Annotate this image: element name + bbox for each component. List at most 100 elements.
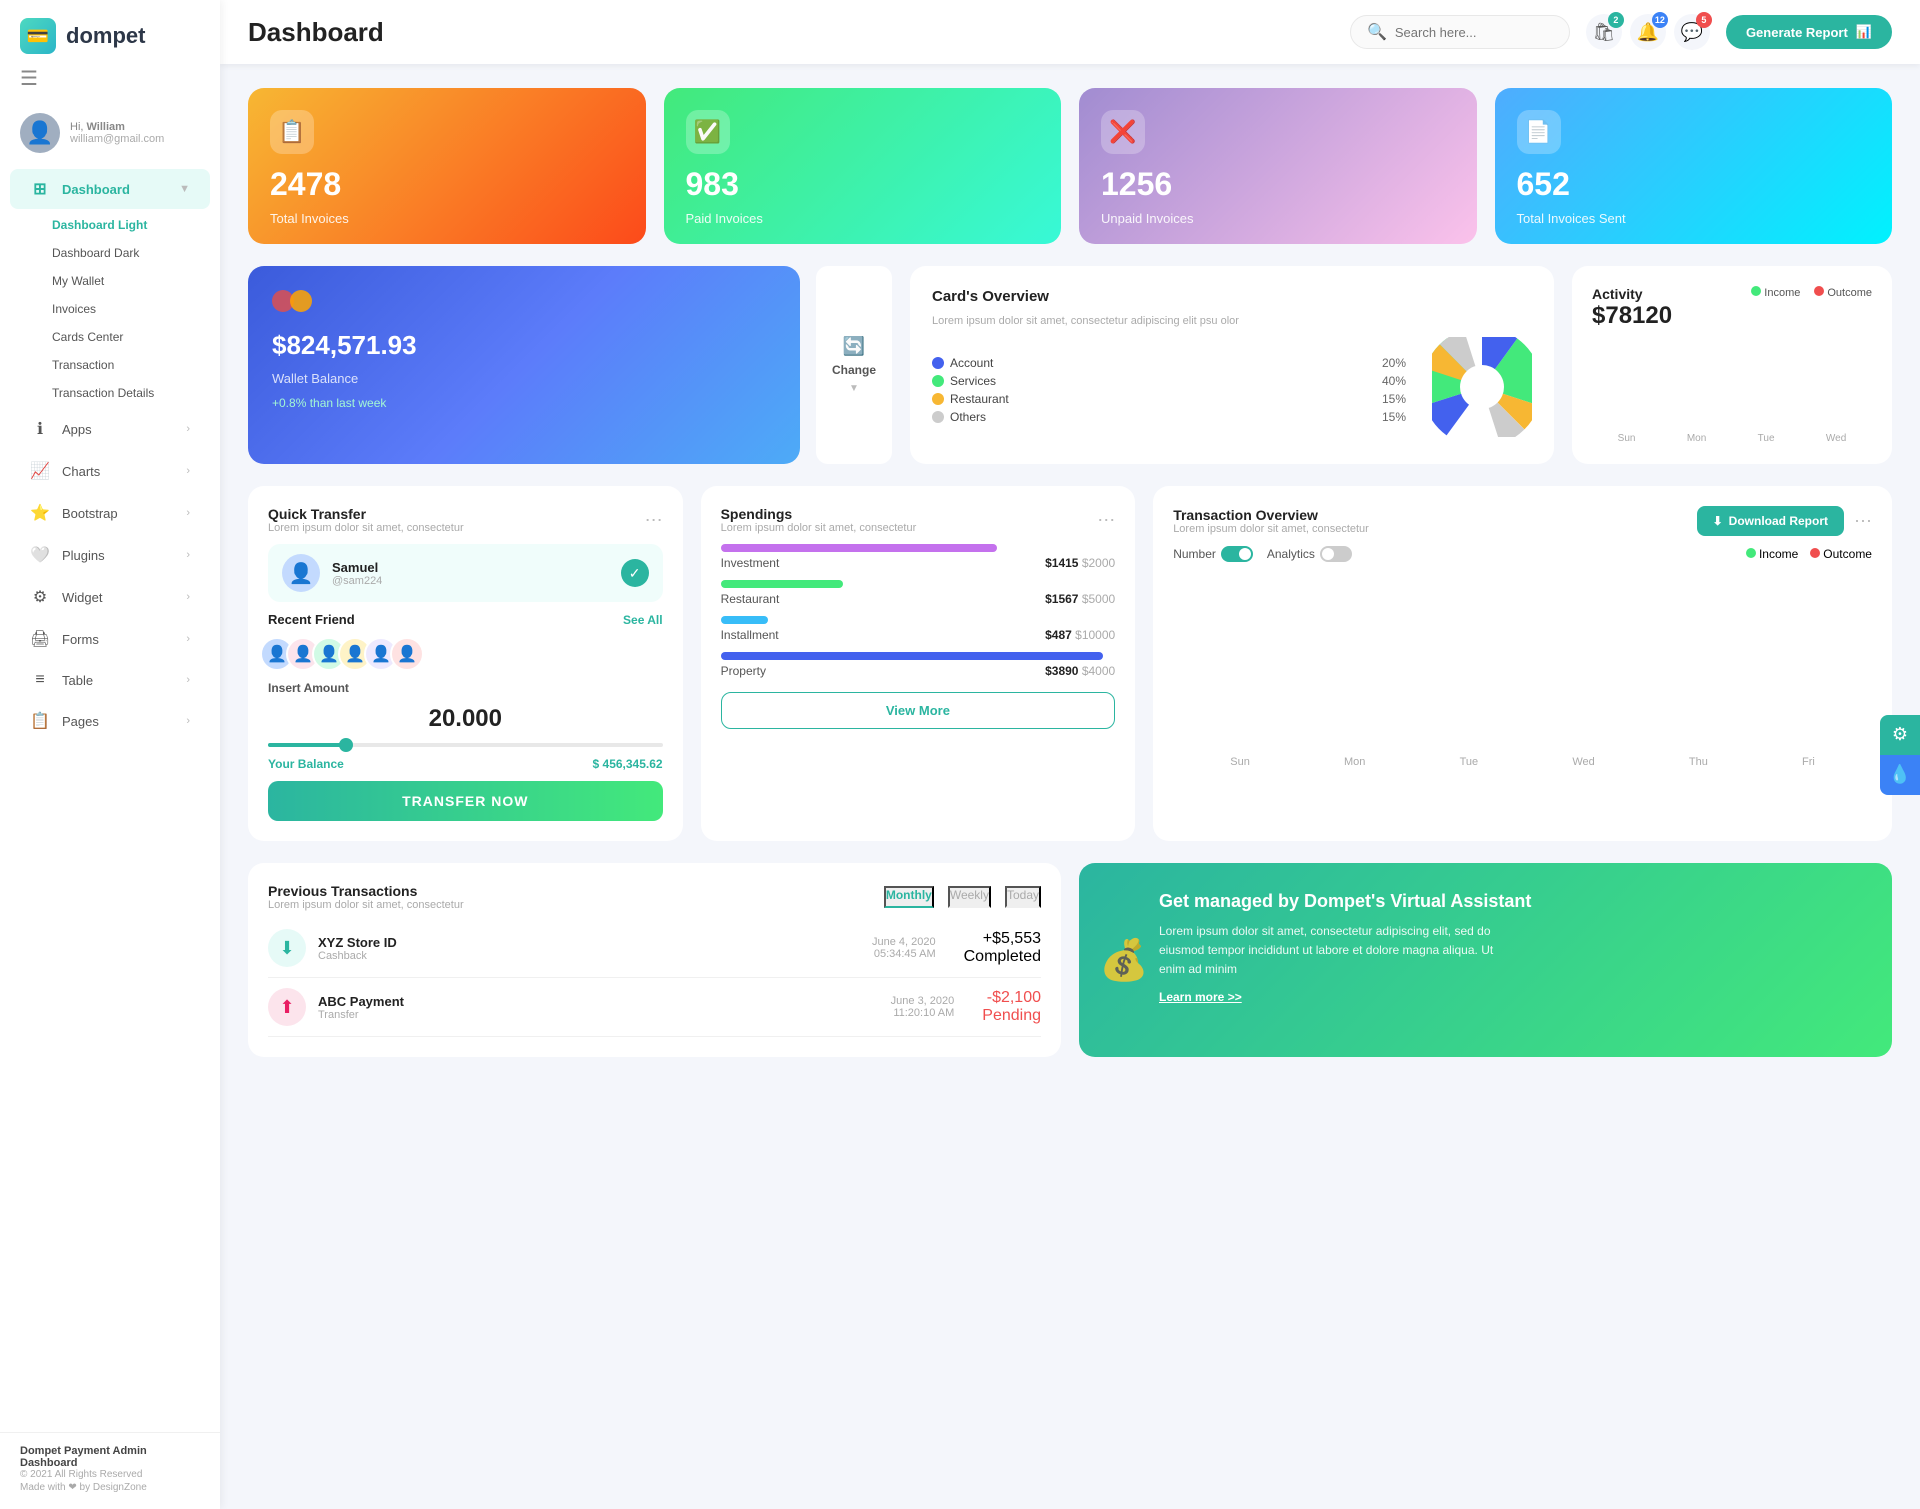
tx-icon-cashback: ⬇ [268, 929, 306, 967]
total-sent-label: Total Invoices Sent [1517, 211, 1871, 226]
sidebar-item-forms[interactable]: 🖨 Forms › [10, 619, 210, 659]
sidebar-item-pages[interactable]: 📋 Pages › [10, 701, 210, 741]
transaction-overview-header: Transaction Overview Lorem ipsum dolor s… [1173, 506, 1872, 536]
activity-legend: Income Outcome [1751, 286, 1872, 299]
co-row-restaurant: Restaurant 15% [932, 390, 1406, 408]
tab-monthly[interactable]: Monthly [884, 886, 934, 908]
see-all-button[interactable]: See All [623, 613, 663, 627]
apps-icon: ℹ [30, 419, 50, 439]
spending-property: Property $3890 $4000 [721, 652, 1116, 678]
view-more-button[interactable]: View More [721, 692, 1116, 729]
sidebar-sub-item-transaction[interactable]: Transaction [0, 351, 220, 379]
tx-overview-more-icon[interactable]: ⋯ [1854, 511, 1872, 532]
activity-amount: $78120 [1592, 302, 1672, 330]
va-icon: 💰 [1099, 937, 1149, 984]
download-report-button[interactable]: ⬇ Download Report [1697, 506, 1844, 536]
number-toggle[interactable]: Number [1173, 546, 1253, 562]
search-bar[interactable]: 🔍 [1350, 15, 1570, 49]
spending-restaurant: Restaurant $1567 $5000 [721, 580, 1116, 606]
user-email: william@gmail.com [70, 133, 164, 145]
quick-transfer-desc: Lorem ipsum dolor sit amet, consectetur [268, 522, 464, 534]
search-input[interactable] [1395, 25, 1535, 40]
tx-status: Completed [964, 948, 1041, 966]
invoice-icon: 📋 [270, 110, 314, 154]
analytics-toggle[interactable]: Analytics [1267, 546, 1352, 562]
sidebar-sub-item-cards-center[interactable]: Cards Center [0, 323, 220, 351]
va-learn-more-link[interactable]: Learn more >> [1159, 990, 1864, 1004]
sidebar-sub-item-transaction-details[interactable]: Transaction Details [0, 379, 220, 407]
recent-friend-row: Recent Friend See All [268, 612, 663, 627]
sidebar-item-apps[interactable]: ℹ Apps › [10, 409, 210, 449]
stat-card-paid-invoices: ✅ 983 Paid Invoices [664, 88, 1062, 244]
logo-icon: 💳 [20, 18, 56, 54]
tab-today[interactable]: Today [1005, 886, 1041, 908]
tx-amount: +$5,553 [964, 930, 1041, 948]
transaction-overview-card: Transaction Overview Lorem ipsum dolor s… [1153, 486, 1892, 841]
sidebar-nav: ⊞ Dashboard ▼ Dashboard Light Dashboard … [0, 167, 220, 1432]
shopping-bag-button[interactable]: 🛍 2 [1586, 14, 1622, 50]
tx-tabs: Monthly Weekly Today [884, 886, 1041, 908]
activity-title: Activity [1592, 286, 1672, 302]
amount-slider[interactable] [268, 743, 663, 747]
spendings-card: Spendings Lorem ipsum dolor sit amet, co… [701, 486, 1136, 841]
prev-tx-title: Previous Transactions [268, 883, 464, 899]
sidebar-item-table[interactable]: ≡ Table › [10, 661, 210, 699]
co-row-account: Account 20% [932, 354, 1406, 372]
va-title: Get managed by Dompet's Virtual Assistan… [1159, 891, 1864, 912]
virtual-assistant-card: 💰 Get managed by Dompet's Virtual Assist… [1079, 863, 1892, 1057]
sidebar-item-widget[interactable]: ⚙ Widget › [10, 577, 210, 617]
generate-report-button[interactable]: Generate Report 📊 [1726, 15, 1892, 49]
sidebar-item-plugins[interactable]: 🤍 Plugins › [10, 535, 210, 575]
sidebar-item-bootstrap[interactable]: ⭐ Bootstrap › [10, 493, 210, 533]
spendings-more-icon[interactable]: ⋯ [1097, 510, 1115, 531]
header-icons: 🛍 2 🔔 12 💬 5 [1586, 14, 1710, 50]
table-row-2: ⬆ ABC Payment Transfer June 3, 202011:20… [268, 978, 1041, 1037]
sidebar-user: 👤 Hi, William william@gmail.com [0, 103, 220, 167]
hamburger-button[interactable]: ☰ [0, 66, 220, 103]
tx-meta: June 4, 2020 05:34:45 AM [872, 936, 936, 960]
prev-tx-desc: Lorem ipsum dolor sit amet, consectetur [268, 899, 464, 911]
search-icon: 🔍 [1367, 22, 1387, 42]
prev-tx-header: Previous Transactions Lorem ipsum dolor … [268, 883, 1041, 911]
dashboard-icon: ⊞ [30, 179, 50, 199]
sidebar-sub-item-dashboard-light[interactable]: Dashboard Light [0, 211, 220, 239]
message-badge: 5 [1696, 12, 1712, 28]
sidebar-sub-item-dashboard-dark[interactable]: Dashboard Dark [0, 239, 220, 267]
card-overview: Card's Overview Lorem ipsum dolor sit am… [910, 266, 1554, 464]
spending-installment: Installment $487 $10000 [721, 616, 1116, 642]
water-drop-fixed-button[interactable]: 💧 [1880, 755, 1920, 795]
card-overview-content: Account 20% Services 40% Restaurant 15% [932, 337, 1532, 442]
activity-bar-chart [1592, 338, 1872, 429]
spending-investment: Investment $1415 $2000 [721, 544, 1116, 570]
quick-transfer-card: Quick Transfer Lorem ipsum dolor sit ame… [248, 486, 683, 841]
notification-bell-button[interactable]: 🔔 12 [1630, 14, 1666, 50]
total-invoices-label: Total Invoices [270, 211, 624, 226]
user-name: William [87, 121, 125, 133]
message-button[interactable]: 💬 5 [1674, 14, 1710, 50]
stat-cards-row: 📋 2478 Total Invoices ✅ 983 Paid Invoice… [248, 88, 1892, 244]
chevron-right-icon: › [186, 633, 190, 645]
notification-badge: 12 [1652, 12, 1668, 28]
spendings-title: Spendings [721, 506, 917, 522]
wallet-change-button[interactable]: 🔄 Change ▼ [816, 266, 892, 464]
to-legend: Income Outcome [1746, 547, 1872, 561]
more-options-icon[interactable]: ⋯ [645, 510, 663, 531]
transfer-now-button[interactable]: TRANSFER NOW [268, 781, 663, 821]
sidebar-item-charts[interactable]: 📈 Charts › [10, 451, 210, 491]
tx-icon-2: ⬆ [268, 988, 306, 1026]
chevron-right-icon: › [186, 423, 190, 435]
wallet-section: $824,571.93 Wallet Balance +0.8% than la… [248, 266, 892, 464]
sidebar-sub-item-my-wallet[interactable]: My Wallet [0, 267, 220, 295]
transaction-overview-desc: Lorem ipsum dolor sit amet, consectetur [1173, 523, 1369, 535]
wallet-balance: $824,571.93 [272, 330, 776, 361]
card-overview-desc: Lorem ipsum dolor sit amet, consectetur … [932, 315, 1532, 327]
wallet-card: $824,571.93 Wallet Balance +0.8% than la… [248, 266, 800, 464]
tab-weekly[interactable]: Weekly [948, 886, 991, 908]
settings-fixed-button[interactable]: ⚙ [1880, 715, 1920, 755]
sidebar-sub-item-invoices[interactable]: Invoices [0, 295, 220, 323]
transfer-user-handle: @sam224 [332, 575, 382, 587]
previous-transactions-card: Previous Transactions Lorem ipsum dolor … [248, 863, 1061, 1057]
transaction-overview-title: Transaction Overview [1173, 507, 1369, 523]
chart-icon: 📊 [1856, 24, 1872, 40]
sidebar-item-dashboard[interactable]: ⊞ Dashboard ▼ [10, 169, 210, 209]
